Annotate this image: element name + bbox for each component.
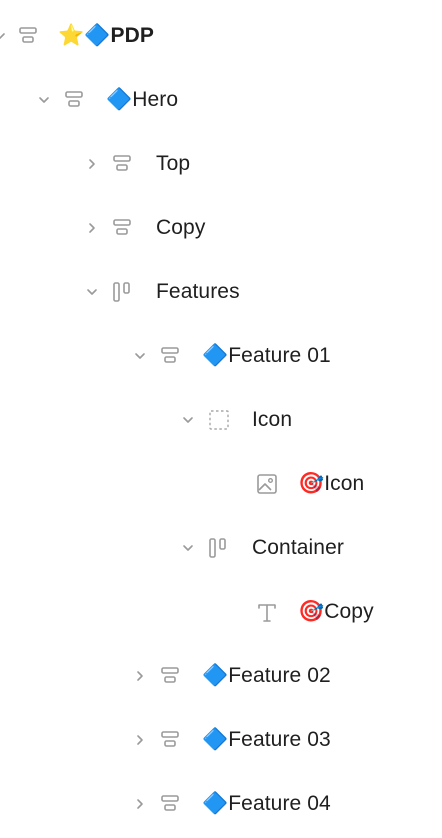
chevron-right-icon[interactable] <box>132 772 148 836</box>
tree-row-feature-03[interactable]: 🔷Feature 03 <box>0 708 442 772</box>
layer-tree: ⭐🔷PDP 🔷Hero Top Copy Features 🔷Feature 0… <box>0 0 442 838</box>
stack-icon <box>158 644 184 708</box>
stack-icon <box>16 4 42 68</box>
tree-row-label: 🔷Feature 02 <box>202 664 331 687</box>
chevron-right-icon[interactable] <box>84 132 100 196</box>
tree-row-copy[interactable]: Copy <box>0 196 442 260</box>
tree-row-feature-01[interactable]: 🔷Feature 01 <box>0 324 442 388</box>
tree-row-label: 🔷Feature 04 <box>202 792 331 815</box>
stack-icon <box>158 324 184 388</box>
tree-row-hero[interactable]: 🔷Hero <box>0 68 442 132</box>
stack-icon <box>158 708 184 772</box>
tree-row-label: Top <box>156 152 191 175</box>
chevron-down-icon[interactable] <box>36 68 52 132</box>
chevron-down-icon[interactable] <box>132 324 148 388</box>
tree-row-label: ⭐🔷PDP <box>58 24 154 47</box>
frame-icon <box>206 388 232 452</box>
tree-row-label: Container <box>252 536 344 559</box>
stack-icon <box>158 772 184 836</box>
tree-row-label: 🔷Feature 01 <box>202 344 331 367</box>
tree-row-label: 🎯Copy <box>298 600 374 623</box>
stack-icon <box>62 68 88 132</box>
tree-row-container[interactable]: Container <box>0 516 442 580</box>
tree-row-icon-image[interactable]: 🎯Icon <box>0 452 442 516</box>
tree-row-feature-04[interactable]: 🔷Feature 04 <box>0 772 442 836</box>
tree-row-label: 🔷Hero <box>106 88 179 111</box>
image-icon <box>254 452 280 516</box>
text-icon <box>254 580 280 644</box>
tree-row-pdp[interactable]: ⭐🔷PDP <box>0 4 442 68</box>
stack-icon <box>110 132 136 196</box>
tree-row-label: 🎯Icon <box>298 472 365 495</box>
tree-row-top[interactable]: Top <box>0 132 442 196</box>
columns-icon <box>206 516 232 580</box>
columns-icon <box>110 260 136 324</box>
chevron-down-icon[interactable] <box>180 516 196 580</box>
tree-row-icon-frame[interactable]: Icon <box>0 388 442 452</box>
chevron-right-icon[interactable] <box>84 196 100 260</box>
chevron-right-icon[interactable] <box>132 708 148 772</box>
tree-row-label: Copy <box>156 216 206 239</box>
tree-row-label: 🔷Feature 03 <box>202 728 331 751</box>
tree-row-feature-02[interactable]: 🔷Feature 02 <box>0 644 442 708</box>
chevron-down-icon[interactable] <box>180 388 196 452</box>
chevron-down-icon[interactable] <box>84 260 100 324</box>
chevron-down-icon[interactable] <box>0 4 8 68</box>
stack-icon <box>110 196 136 260</box>
tree-row-label: Features <box>156 280 240 303</box>
tree-row-features[interactable]: Features <box>0 260 442 324</box>
tree-row-copy-text[interactable]: 🎯Copy <box>0 580 442 644</box>
tree-row-label: Icon <box>252 408 293 431</box>
chevron-right-icon[interactable] <box>132 644 148 708</box>
